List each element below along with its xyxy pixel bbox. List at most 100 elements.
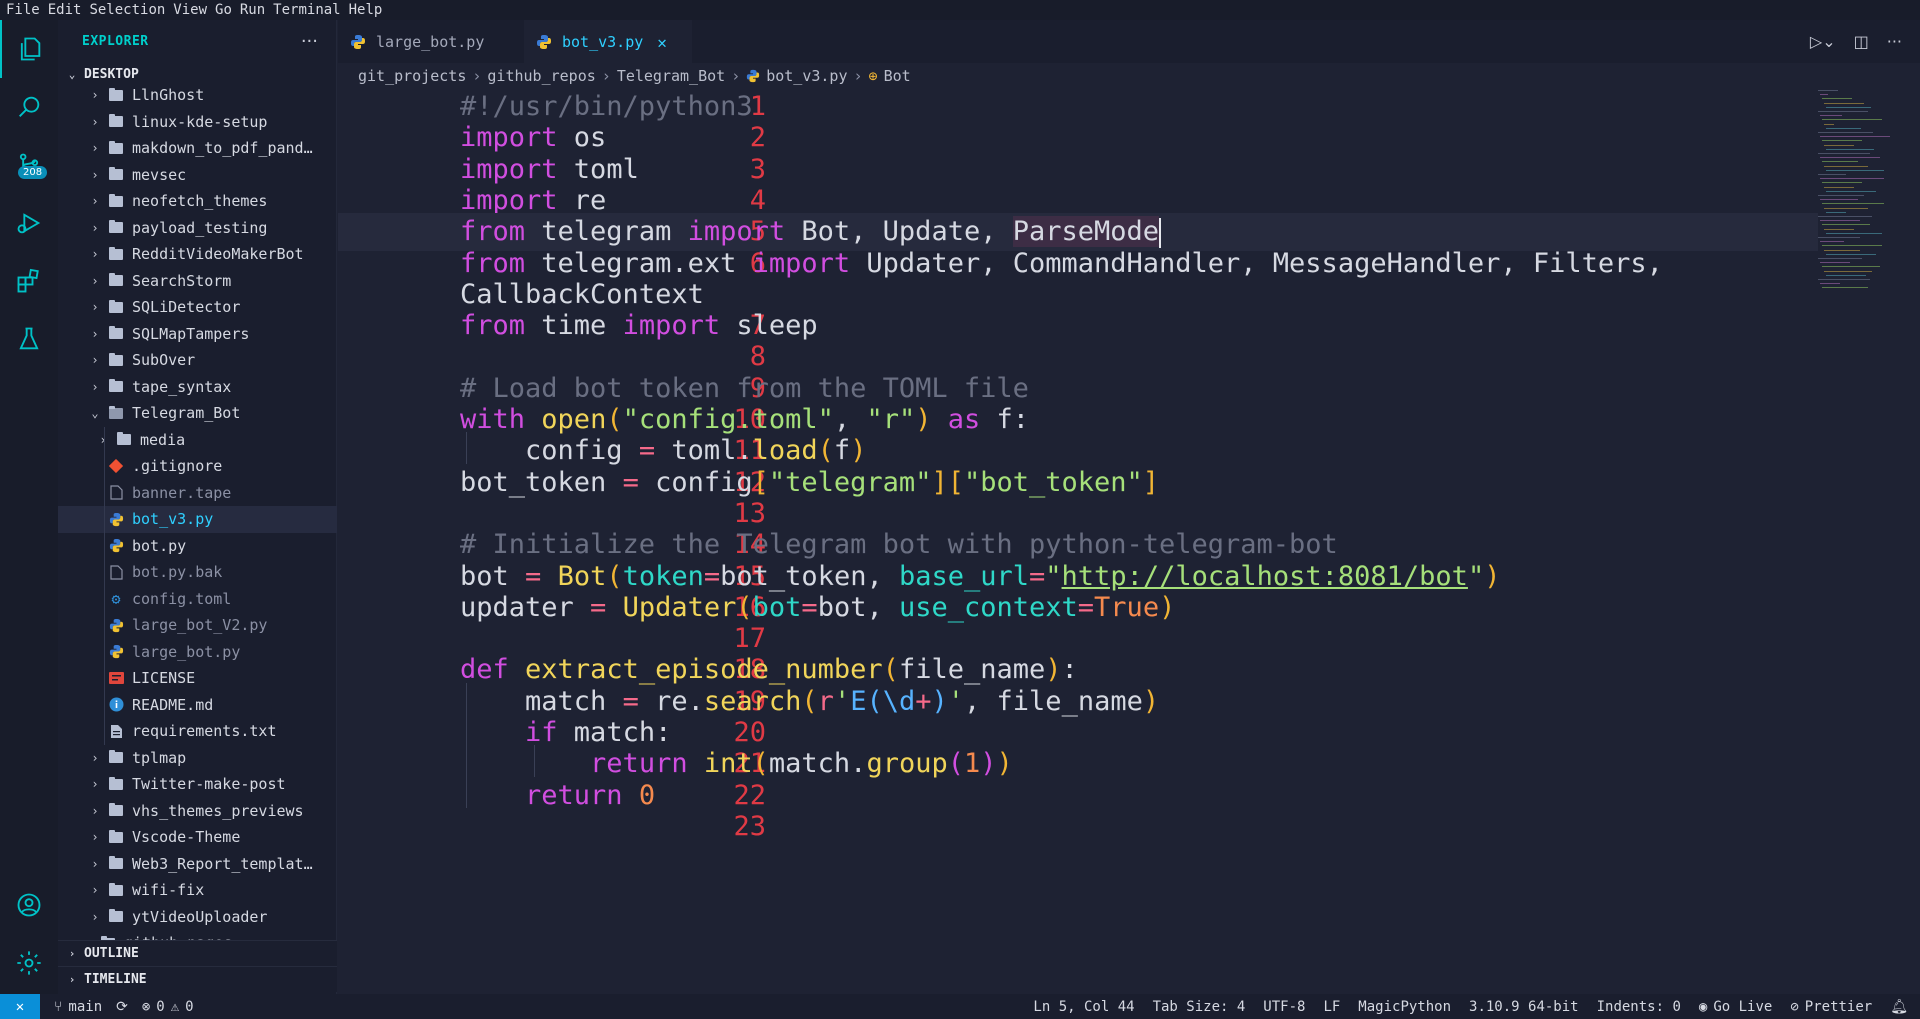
folder-icon — [108, 114, 124, 130]
menu-go[interactable]: Go — [215, 0, 232, 20]
tree-file[interactable]: banner.tape — [58, 480, 337, 507]
tree-folder[interactable]: › neofetch_themes — [58, 188, 337, 215]
menu-selection[interactable]: Selection — [89, 0, 165, 20]
tree-item-label: large_bot_V2.py — [132, 616, 268, 635]
tree-file[interactable]: large_bot_V2.py — [58, 612, 337, 639]
tree-folder[interactable]: › tape_syntax — [58, 374, 337, 401]
code-line[interactable]: 23 — [338, 808, 1818, 846]
folder-icon — [108, 829, 124, 845]
tree-file[interactable]: ⚙ config.toml — [58, 586, 337, 613]
prettier-button[interactable]: ⊘ Prettier — [1790, 999, 1872, 1015]
tree-folder[interactable]: › Web3_Report_templat… — [58, 851, 337, 878]
split-editor-icon[interactable]: ◫ — [1854, 32, 1869, 51]
tree-file[interactable]: requirements.txt — [58, 718, 337, 745]
more-actions-icon[interactable]: ··· — [1887, 32, 1902, 51]
chevron-right-icon: › — [91, 777, 99, 792]
tree-file[interactable]: bot.py.bak — [58, 559, 337, 586]
tree-folder[interactable]: › tplmap — [58, 745, 337, 772]
breadcrumb-item[interactable]: Bot — [884, 67, 911, 85]
menu-help[interactable]: Help — [349, 0, 383, 20]
end-of-line[interactable]: LF — [1323, 999, 1340, 1015]
tab-size[interactable]: Tab Size: 4 — [1153, 999, 1246, 1015]
tree-item-label: ytVideoUploader — [132, 907, 268, 926]
tab-label: large_bot.py — [376, 32, 485, 51]
tree-file[interactable]: .gitignore — [58, 453, 337, 480]
account-icon[interactable] — [0, 876, 58, 934]
outline-section[interactable]: › OUTLINE — [58, 940, 337, 966]
minimap[interactable] — [1818, 90, 1908, 330]
minimap-line — [1824, 123, 1834, 125]
menu-file[interactable]: File — [6, 0, 40, 20]
tree-folder[interactable]: › LlnGhost — [58, 86, 337, 109]
go-live-button[interactable]: ◉ Go Live — [1699, 999, 1772, 1015]
tree-folder[interactable]: › SQLMapTampers — [58, 321, 337, 348]
tree-file[interactable]: large_bot.py — [58, 639, 337, 666]
settings-gear-icon[interactable] — [0, 934, 58, 992]
tree-folder[interactable]: › Twitter-make-post — [58, 771, 337, 798]
breadcrumb-item[interactable]: github_repos — [487, 67, 595, 85]
encoding[interactable]: UTF-8 — [1263, 999, 1305, 1015]
outline-label: OUTLINE — [84, 946, 139, 961]
more-actions-icon[interactable]: ··· — [301, 31, 318, 52]
testing-icon[interactable] — [0, 310, 58, 368]
tree-file[interactable]: bot.py — [58, 533, 337, 560]
menu-edit[interactable]: Edit — [48, 0, 82, 20]
minimap-line — [1818, 111, 1868, 112]
gear-icon: ⚙ — [111, 589, 121, 608]
sync-icon[interactable]: ⟳ — [116, 999, 128, 1015]
explorer-icon[interactable] — [0, 20, 58, 78]
tree-folder[interactable]: › mevsec — [58, 162, 337, 189]
folder-icon — [108, 909, 124, 925]
folder-icon — [108, 167, 124, 183]
tree-folder[interactable]: › linux-kde-setup — [58, 109, 337, 136]
breadcrumb-item[interactable]: Telegram_Bot — [617, 67, 725, 85]
tree-folder[interactable]: › media — [58, 427, 337, 454]
python-interpreter[interactable]: 3.10.9 64-bit — [1469, 999, 1579, 1015]
tree-folder[interactable]: › RedditVideoMakerBot — [58, 241, 337, 268]
folder-icon — [108, 776, 124, 792]
run-file-icon[interactable]: ▷⌄ — [1810, 32, 1836, 51]
indent-guide — [466, 745, 467, 777]
folder-icon — [108, 246, 124, 262]
class-symbol-icon: ⊕ — [868, 67, 878, 85]
tree-folder[interactable]: › vhs_themes_previews — [58, 798, 337, 825]
notifications-bell-icon[interactable]: 🔔︎ — [1890, 999, 1908, 1015]
tree-folder[interactable]: › makdown_to_pdf_pand… — [58, 135, 337, 162]
extensions-icon[interactable] — [0, 252, 58, 310]
minimap-line — [1822, 203, 1884, 205]
cursor-position[interactable]: Ln 5, Col 44 — [1033, 999, 1134, 1015]
breadcrumb-item[interactable]: bot_v3.py — [766, 67, 847, 85]
breadcrumb-item[interactable]: git_projects — [358, 67, 466, 85]
tree-folder[interactable]: › SearchStorm — [58, 268, 337, 295]
menu-view[interactable]: View — [173, 0, 207, 20]
tree-folder[interactable]: › SubOver — [58, 347, 337, 374]
tree-folder[interactable]: ⌄ Telegram_Bot — [58, 400, 337, 427]
close-tab-icon[interactable]: ✕ — [657, 33, 667, 52]
tree-folder[interactable]: › ytVideoUploader — [58, 904, 337, 931]
remote-indicator-icon[interactable]: ✕ — [0, 994, 40, 1019]
python-icon — [108, 617, 124, 633]
tree-folder[interactable]: › Vscode-Theme — [58, 824, 337, 851]
tab-bot-v3[interactable]: bot_v3.py ✕ — [524, 20, 692, 63]
branch-indicator[interactable]: ⑂ main — [54, 999, 102, 1015]
run-debug-icon[interactable] — [0, 194, 58, 252]
tree-file[interactable]: LICENSE — [58, 665, 337, 692]
tab-large-bot[interactable]: large_bot.py — [338, 20, 524, 63]
menu-terminal[interactable]: Terminal — [273, 0, 340, 20]
code-editor[interactable]: 1 #!/usr/bin/python3 2 import os 3 import tom… — [338, 90, 1818, 994]
search-icon[interactable] — [0, 78, 58, 136]
tree-file[interactable]: README.md — [58, 692, 337, 719]
menu-run[interactable]: Run — [240, 0, 265, 20]
indents[interactable]: Indents: 0 — [1597, 999, 1681, 1015]
tree-folder[interactable]: › wifi-fix — [58, 877, 337, 904]
tree-folder[interactable]: › SQLiDetector — [58, 294, 337, 321]
git-icon — [108, 458, 124, 474]
language-mode[interactable]: MagicPython — [1358, 999, 1451, 1015]
workspace-section-header[interactable]: ⌄ DESKTOP — [58, 62, 336, 86]
tree-file[interactable]: bot_v3.py — [58, 506, 337, 533]
timeline-section[interactable]: › TIMELINE — [58, 966, 337, 992]
tree-folder[interactable]: › payload_testing — [58, 215, 337, 242]
status-right: Ln 5, Col 44 Tab Size: 4 UTF-8 LF MagicP… — [1033, 994, 1908, 1019]
source-control-icon[interactable] — [0, 136, 58, 194]
problems-indicator[interactable]: ⊗ 0 ⚠ 0 — [142, 999, 194, 1015]
